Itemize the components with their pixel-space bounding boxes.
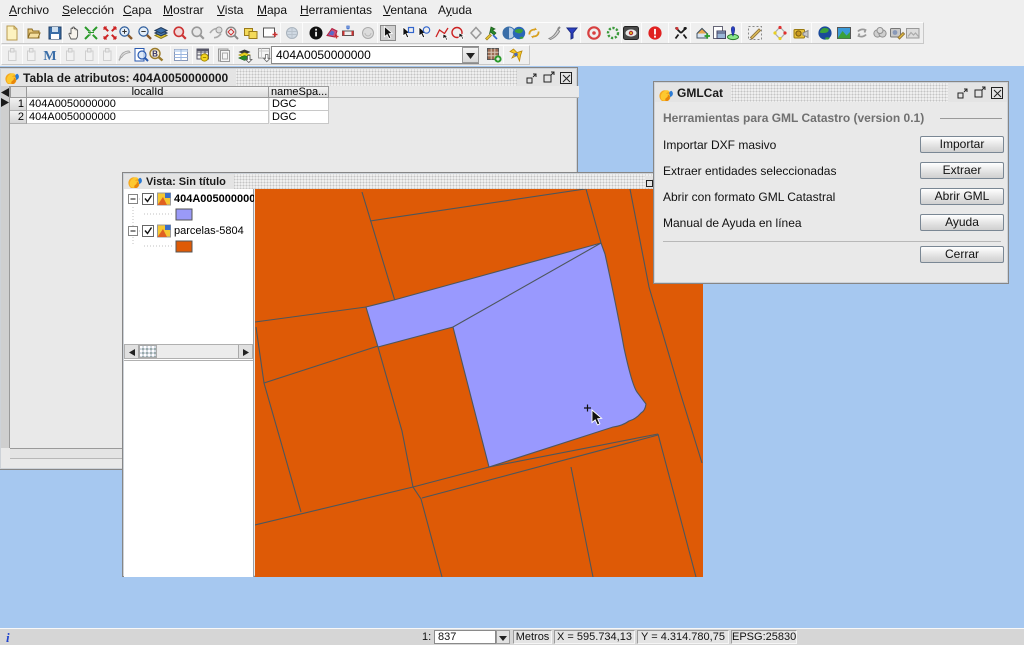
svg-text:B: B — [152, 50, 158, 59]
svg-text:M: M — [43, 49, 56, 63]
